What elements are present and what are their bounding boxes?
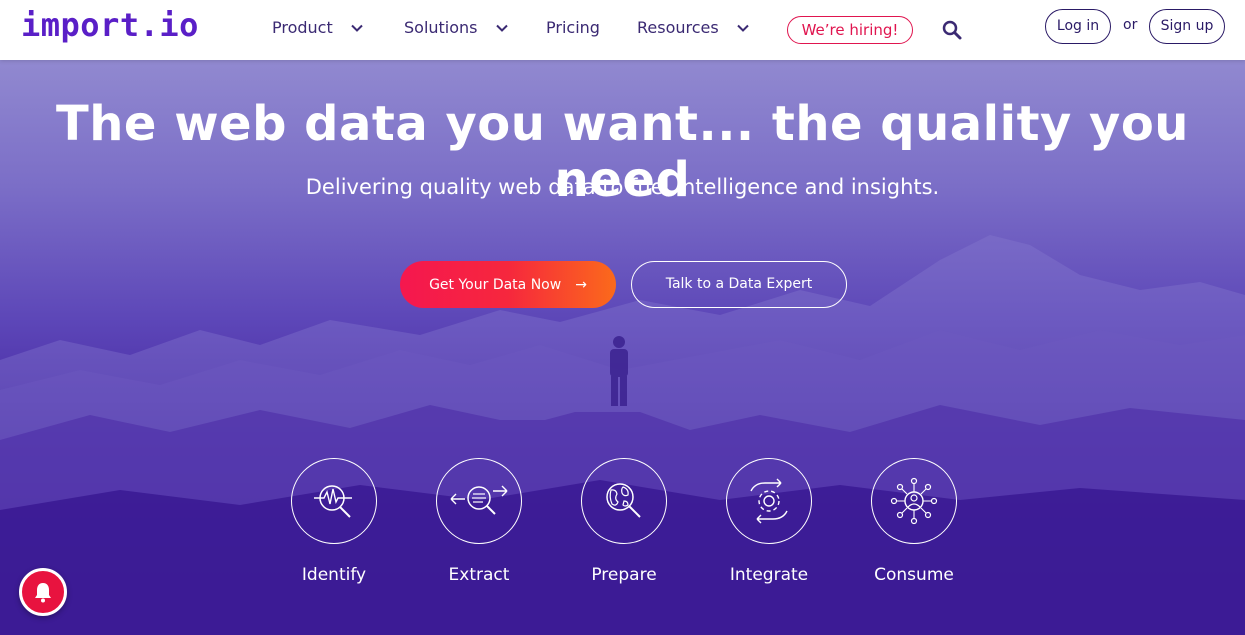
- hero-section: The web data you want... the quality you…: [0, 60, 1245, 635]
- step-identify[interactable]: Identify: [291, 458, 377, 585]
- chevron-down-icon: [351, 24, 363, 32]
- notification-bell-button[interactable]: [19, 568, 67, 616]
- nav-product[interactable]: Product: [272, 18, 365, 37]
- step-prepare-circle: [581, 458, 667, 544]
- talk-expert-button[interactable]: Talk to a Data Expert: [631, 261, 847, 308]
- pulse-magnifier-icon: [314, 485, 352, 518]
- site-header: import.io Product Solutions Pricing Reso…: [0, 0, 1245, 60]
- get-data-button[interactable]: Get Your Data Now →: [400, 261, 616, 308]
- person-network-icon: [890, 477, 938, 525]
- bell-icon: [35, 583, 51, 603]
- arrows-magnifier-icon: [450, 485, 508, 515]
- hero-subtitle: Delivering quality web data to fuel inte…: [305, 175, 940, 199]
- step-prepare[interactable]: Prepare: [581, 458, 667, 585]
- get-data-label: Get Your Data Now: [429, 276, 562, 293]
- or-separator: or: [1123, 17, 1138, 33]
- arrow-right-icon: →: [575, 276, 587, 293]
- nav-solutions-label: Solutions: [404, 18, 478, 37]
- logo[interactable]: import.io: [21, 6, 199, 44]
- search-icon[interactable]: [941, 19, 963, 41]
- step-identify-label: Identify: [301, 565, 367, 585]
- login-button[interactable]: Log in: [1045, 9, 1111, 44]
- step-consume-circle: [871, 458, 957, 544]
- step-extract-label: Extract: [448, 565, 510, 585]
- step-integrate-circle: [726, 458, 812, 544]
- nav-resources-label: Resources: [637, 18, 719, 37]
- step-extract[interactable]: Extract: [436, 458, 522, 585]
- signup-button[interactable]: Sign up: [1149, 9, 1225, 44]
- nav-pricing-label: Pricing: [546, 18, 600, 37]
- gear-cycle-icon: [750, 478, 788, 524]
- step-integrate-label: Integrate: [729, 565, 809, 585]
- globe-magnifier-icon: [606, 483, 641, 518]
- nav-resources[interactable]: Resources: [637, 18, 751, 37]
- step-consume-label: Consume: [874, 565, 954, 585]
- nav-solutions[interactable]: Solutions: [404, 18, 510, 37]
- step-identify-circle: [291, 458, 377, 544]
- nav-pricing[interactable]: Pricing: [546, 18, 600, 37]
- hiring-button[interactable]: We’re hiring!: [787, 16, 913, 44]
- nav-product-label: Product: [272, 18, 333, 37]
- step-consume[interactable]: Consume: [871, 458, 957, 585]
- step-integrate[interactable]: Integrate: [726, 458, 812, 585]
- chevron-down-icon: [495, 24, 508, 32]
- step-extract-circle: [436, 458, 522, 544]
- chevron-down-icon: [737, 24, 749, 32]
- step-prepare-label: Prepare: [591, 565, 657, 585]
